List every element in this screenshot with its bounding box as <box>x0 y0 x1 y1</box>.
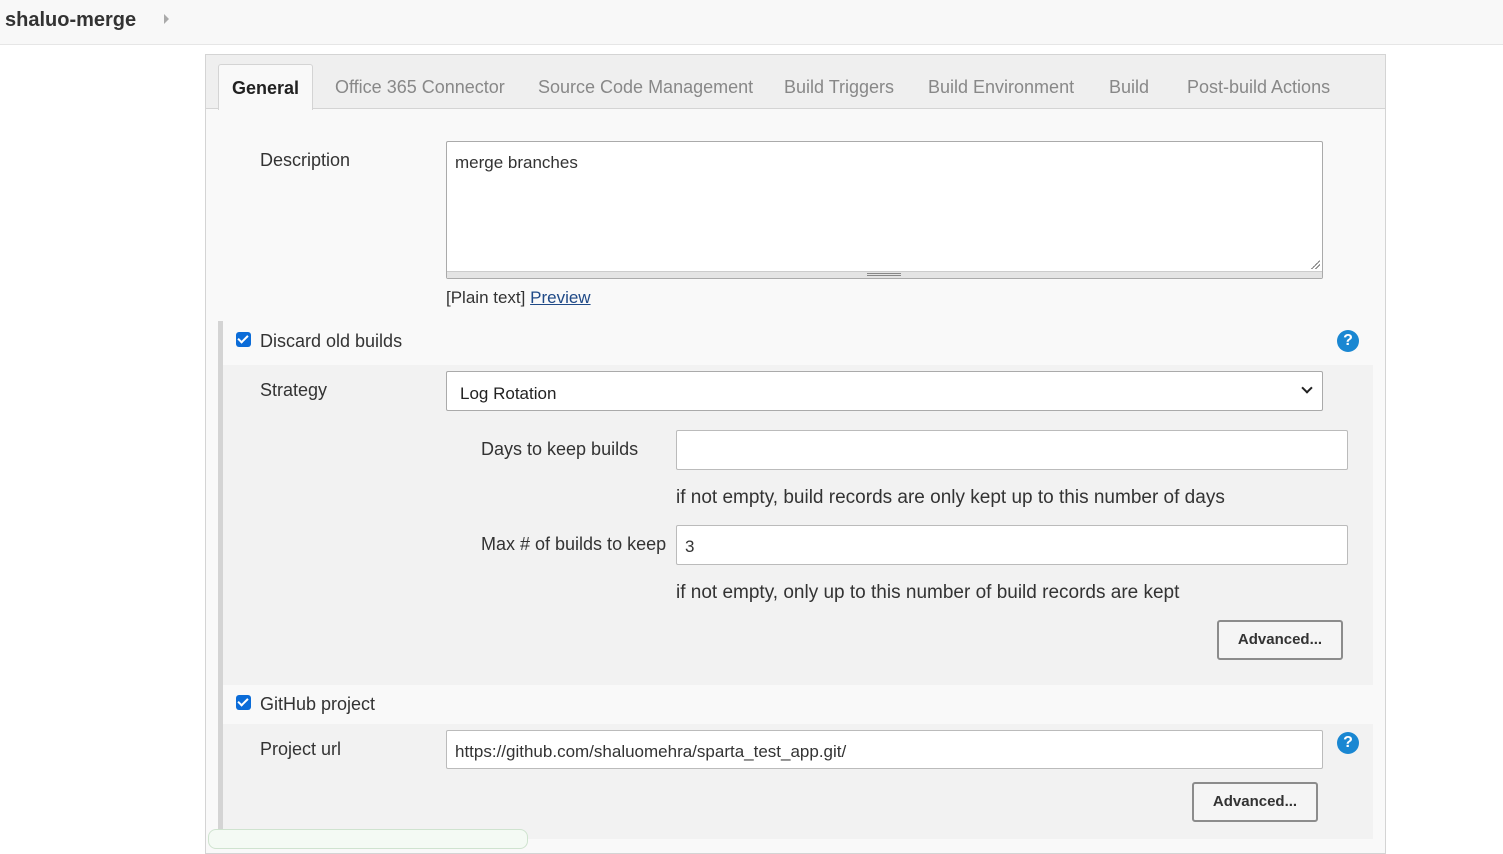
tab-build[interactable]: Build <box>1109 77 1149 98</box>
github-advanced-button[interactable]: Advanced... <box>1192 782 1318 822</box>
tab-source-code-management[interactable]: Source Code Management <box>538 77 753 98</box>
days-to-keep-input[interactable] <box>676 430 1348 470</box>
bottom-notification-peek <box>208 829 528 849</box>
tab-general[interactable]: General <box>218 64 314 110</box>
tab-bar: General Office 365 Connector Source Code… <box>206 55 1385 110</box>
preview-link[interactable]: Preview <box>530 288 590 307</box>
tab-office-365-connector[interactable]: Office 365 Connector <box>335 77 505 98</box>
breadcrumb-arrow-icon[interactable] <box>164 14 169 24</box>
max-builds-hint: if not empty, only up to this number of … <box>676 582 1180 603</box>
chevron-down-icon <box>1301 382 1313 394</box>
strategy-selected-value: Log Rotation <box>460 384 557 403</box>
description-format-row: [Plain text] Preview <box>446 288 591 308</box>
strategy-select[interactable]: Log Rotation <box>446 371 1323 411</box>
tab-build-triggers[interactable]: Build Triggers <box>784 77 894 98</box>
plain-text-note: [Plain text] <box>446 288 526 307</box>
discard-help-icon[interactable]: ? <box>1337 330 1359 352</box>
max-builds-value: 3 <box>685 537 695 556</box>
github-project-checkbox[interactable] <box>236 695 251 710</box>
discard-old-builds-label: Discard old builds <box>260 331 403 351</box>
max-builds-input[interactable]: 3 <box>676 525 1348 565</box>
breadcrumb-bar: shaluo-merge <box>0 0 1503 45</box>
days-to-keep-hint: if not empty, build records are only kep… <box>676 487 1225 508</box>
days-to-keep-label: Days to keep builds <box>481 439 639 459</box>
discard-advanced-button[interactable]: Advanced... <box>1217 620 1343 660</box>
description-value: merge branches <box>455 153 578 172</box>
github-project-label: GitHub project <box>260 694 376 714</box>
project-url-help-icon[interactable]: ? <box>1337 732 1359 754</box>
textarea-resize-grip[interactable] <box>447 271 1322 278</box>
discard-old-builds-checkbox[interactable] <box>236 332 251 347</box>
project-url-label: Project url <box>260 739 342 759</box>
project-url-input[interactable]: https://github.com/shaluomehra/sparta_te… <box>446 730 1323 769</box>
tab-build-environment[interactable]: Build Environment <box>928 77 1074 98</box>
tab-post-build-actions[interactable]: Post-build Actions <box>1187 77 1330 98</box>
breadcrumb-job-name[interactable]: shaluo-merge <box>5 9 136 32</box>
strategy-label: Strategy <box>260 380 328 400</box>
resize-corner-icon[interactable] <box>1310 259 1320 269</box>
max-builds-label: Max # of builds to keep <box>481 534 667 554</box>
project-url-value: https://github.com/shaluomehra/sparta_te… <box>455 742 847 761</box>
description-textarea[interactable]: merge branches <box>446 141 1323 279</box>
description-label: Description <box>260 150 351 170</box>
